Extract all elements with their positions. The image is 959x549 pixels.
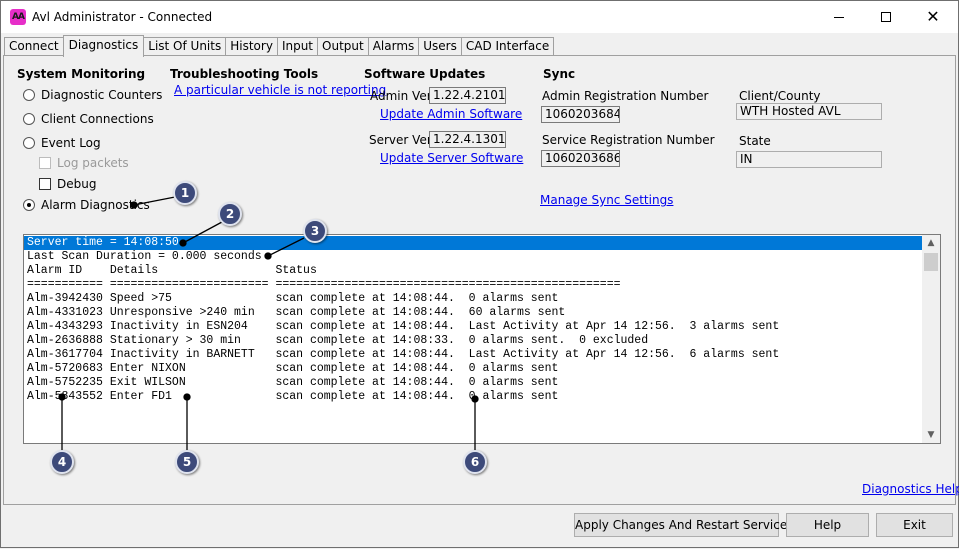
admin-ver-label: Admin Ver: [370, 89, 432, 103]
radio-label: Client Connections: [41, 112, 154, 126]
radio-label: Alarm Diagnostics: [41, 198, 150, 212]
admin-ver-field: 1.22.4.2101: [429, 87, 506, 104]
system-monitoring-heading: System Monitoring: [17, 67, 146, 81]
radio-button[interactable]: [23, 113, 35, 125]
update-admin-link[interactable]: Update Admin Software: [380, 107, 522, 121]
scroll-thumb[interactable]: [924, 253, 938, 271]
radio-button-selected[interactable]: [23, 199, 35, 211]
checkbox-label: Log packets: [57, 156, 129, 170]
log-line[interactable]: Alm-5843552 Enter FD1 scan complete at 1…: [24, 390, 922, 404]
admin-registration-label: Admin Registration Number: [542, 89, 709, 103]
checkbox: [39, 157, 51, 169]
callout-badge-4: 4: [50, 450, 74, 474]
log-line[interactable]: Alm-3617704 Inactivity in BARNETT scan c…: [24, 348, 922, 362]
maximize-icon: [881, 12, 891, 22]
callout-badge-3: 3: [303, 219, 327, 243]
radio-diagnostic-counters[interactable]: Diagnostic Counters: [23, 88, 162, 102]
scroll-up-icon[interactable]: ▲: [922, 235, 940, 251]
log-line[interactable]: Alm-3942430 Speed >75 scan complete at 1…: [24, 292, 922, 306]
state-field: IN: [736, 151, 882, 168]
log-line[interactable]: Alm-4331023 Unresponsive >240 min scan c…: [24, 306, 922, 320]
apply-restart-button[interactable]: Apply Changes And Restart Service: [574, 513, 787, 537]
radio-button[interactable]: [23, 89, 35, 101]
close-button[interactable]: ✕: [910, 1, 956, 33]
checkbox[interactable]: [39, 178, 51, 190]
log-line[interactable]: Alm-5752235 Exit WILSON scan complete at…: [24, 376, 922, 390]
tab-input[interactable]: Input: [276, 37, 319, 56]
app-window: AA Avl Administrator - Connected ✕ Conne…: [0, 0, 959, 548]
callout-badge-5: 5: [175, 450, 199, 474]
software-updates-heading: Software Updates: [364, 67, 486, 81]
minimize-button[interactable]: [816, 1, 862, 33]
tab-cad-interface[interactable]: CAD Interface: [460, 37, 555, 56]
log-lines: Server time = 14:08:50 Last Scan Duration…: [24, 236, 922, 404]
log-scrollbar[interactable]: ▲ ▼: [922, 235, 940, 443]
radio-alarm-diagnostics[interactable]: Alarm Diagnostics: [23, 198, 150, 212]
window-title: Avl Administrator - Connected: [32, 10, 213, 24]
callout-badge-1: 1: [173, 181, 197, 205]
log-line[interactable]: Alm-5720683 Enter NIXON scan complete at…: [24, 362, 922, 376]
tab-history[interactable]: History: [225, 37, 278, 56]
maximize-button[interactable]: [863, 1, 909, 33]
log-line[interactable]: Last Scan Duration = 0.000 seconds: [24, 250, 922, 264]
log-line[interactable]: Alarm ID Details Status: [24, 264, 922, 278]
log-line[interactable]: =========== ======================= ====…: [24, 278, 922, 292]
radio-event-log[interactable]: Event Log: [23, 136, 101, 150]
service-registration-label: Service Registration Number: [542, 133, 715, 147]
state-label: State: [739, 134, 771, 148]
update-server-link[interactable]: Update Server Software: [380, 151, 523, 165]
exit-button[interactable]: Exit: [876, 513, 953, 537]
tab-strip: Connect Diagnostics List Of Units Histor…: [4, 35, 555, 57]
app-logo-icon: AA: [10, 9, 26, 25]
radio-button[interactable]: [23, 137, 35, 149]
admin-registration-field: 1060203684: [541, 106, 620, 123]
sync-heading: Sync: [543, 67, 576, 81]
client-county-label: Client/County: [739, 89, 821, 103]
vehicle-not-reporting-link[interactable]: A particular vehicle is not reporting: [174, 83, 386, 97]
server-ver-field: 1.22.4.1301: [429, 131, 506, 148]
callout-badge-2: 2: [218, 202, 242, 226]
tab-list-of-units[interactable]: List Of Units: [143, 37, 227, 56]
troubleshooting-heading: Troubleshooting Tools: [170, 67, 319, 81]
manage-sync-link[interactable]: Manage Sync Settings: [540, 193, 673, 207]
radio-label: Diagnostic Counters: [41, 88, 163, 102]
title-bar[interactable]: AA Avl Administrator - Connected ✕: [1, 1, 958, 33]
client-county-field: WTH Hosted AVL: [736, 103, 882, 120]
tab-output[interactable]: Output: [317, 37, 369, 56]
alarm-diagnostics-log[interactable]: Server time = 14:08:50 Last Scan Duration…: [23, 234, 941, 444]
scroll-down-icon[interactable]: ▼: [922, 427, 940, 443]
tab-users[interactable]: Users: [418, 37, 462, 56]
tab-alarms[interactable]: Alarms: [367, 37, 420, 56]
tab-connect[interactable]: Connect: [4, 37, 64, 56]
checkbox-log-packets: Log packets: [39, 156, 129, 170]
checkbox-debug[interactable]: Debug: [39, 177, 96, 191]
radio-label: Event Log: [41, 136, 101, 150]
server-ver-label: Server Ver: [369, 133, 432, 147]
log-line[interactable]: Alm-2636888 Stationary > 30 min scan com…: [24, 334, 922, 348]
checkbox-label: Debug: [57, 177, 97, 191]
minimize-icon: [834, 16, 844, 18]
callout-badge-6: 6: [463, 450, 487, 474]
log-line-selected[interactable]: Server time = 14:08:50: [24, 236, 922, 250]
log-line[interactable]: Alm-4343293 Inactivity in ESN204 scan co…: [24, 320, 922, 334]
diagnostics-help-link[interactable]: Diagnostics Help: [862, 482, 959, 496]
tab-diagnostics[interactable]: Diagnostics: [62, 35, 145, 57]
close-icon: ✕: [926, 7, 940, 26]
radio-client-connections[interactable]: Client Connections: [23, 112, 154, 126]
service-registration-field: 1060203686: [541, 150, 620, 167]
help-button[interactable]: Help: [786, 513, 869, 537]
